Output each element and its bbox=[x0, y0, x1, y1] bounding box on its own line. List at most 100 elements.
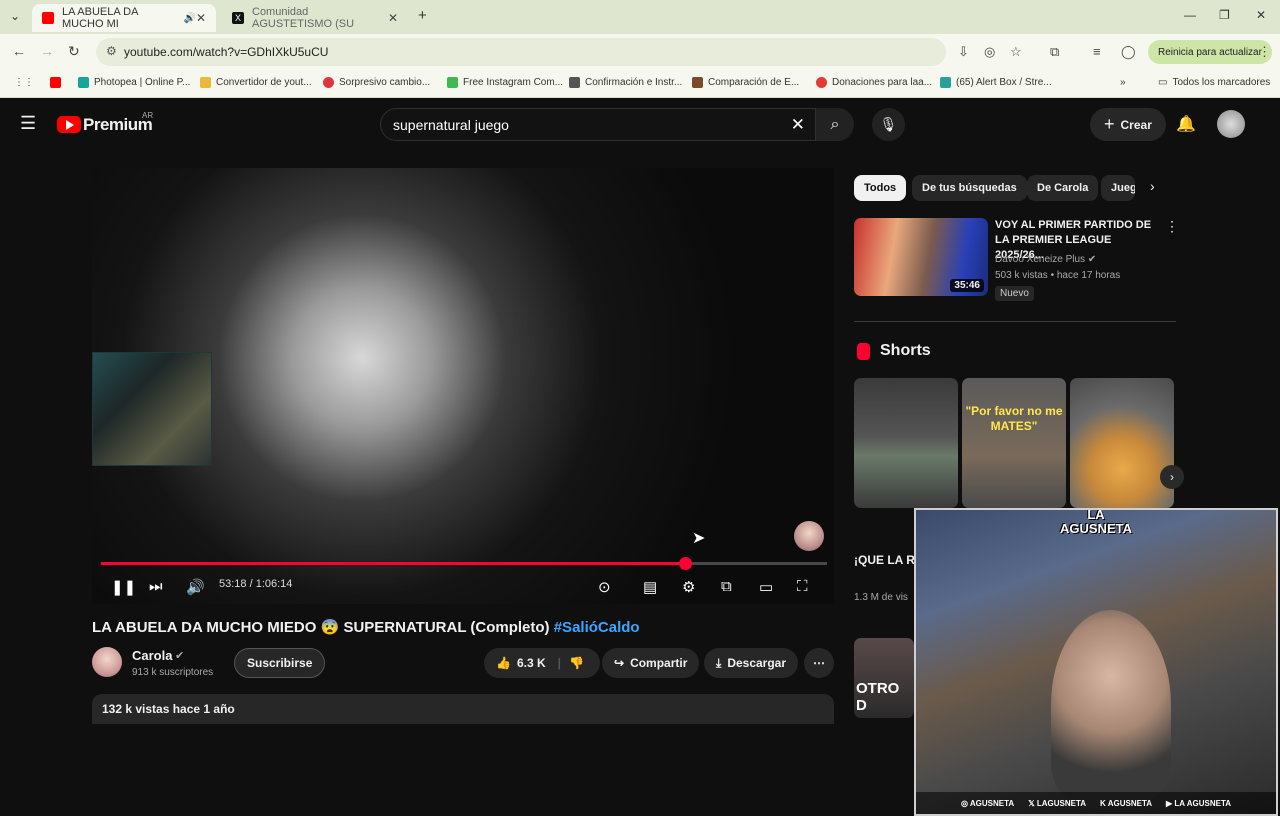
bookmark-item[interactable]: Convertidor de yout... bbox=[200, 77, 312, 88]
audio-playing-icon[interactable]: 🔊 bbox=[183, 13, 195, 24]
more-bookmarks-icon[interactable]: » bbox=[1120, 77, 1126, 88]
streamer-webcam-overlay: LA AGUSNETA ◎ AGUSNETA 𝕏 LAGUSNETA K AGU… bbox=[914, 508, 1278, 816]
download-button[interactable]: ⤓ Descargar bbox=[704, 648, 799, 678]
back-icon[interactable]: ← bbox=[12, 43, 26, 59]
shorts-next-icon[interactable]: › bbox=[1160, 465, 1184, 489]
voice-search-button[interactable]: 🎙 bbox=[872, 108, 905, 141]
search-button[interactable]: ⌕ bbox=[816, 108, 854, 141]
more-vert-icon[interactable]: ⋮ bbox=[1165, 218, 1179, 235]
bookmark-item[interactable]: Confirmación e Instr... bbox=[569, 77, 682, 88]
chip-games[interactable]: Jueg bbox=[1101, 175, 1135, 201]
install-icon[interactable]: ⇩ bbox=[958, 44, 969, 60]
bookmark-youtube[interactable] bbox=[50, 77, 66, 88]
media-controls-icon[interactable]: ≡ bbox=[1093, 44, 1101, 59]
search-input[interactable]: supernatural juego ✕ bbox=[380, 108, 816, 141]
profile-icon[interactable]: ◯ bbox=[1121, 44, 1136, 60]
close-tab-icon[interactable]: ✕ bbox=[196, 11, 206, 25]
update-button[interactable]: Reinicia para actualizar bbox=[1148, 40, 1272, 64]
settings-gear-icon[interactable]: ⚙ bbox=[682, 578, 695, 596]
reload-icon[interactable]: ↻ bbox=[68, 43, 80, 60]
autoplay-toggle-icon[interactable]: ⊙ bbox=[598, 578, 611, 596]
bookmark-label: Donaciones para laa... bbox=[832, 77, 933, 88]
short-item[interactable]: "Por favor no me MATES" bbox=[962, 378, 1066, 508]
notifications-bell-icon[interactable]: 🔔 bbox=[1176, 114, 1196, 134]
url-field[interactable]: ⚙ youtube.com/watch?v=GDhIXkU5uCU bbox=[96, 38, 946, 66]
like-icon[interactable]: 👍 bbox=[496, 656, 511, 670]
bookmark-item[interactable]: Photopea | Online P... bbox=[78, 77, 190, 88]
eye-off-icon[interactable]: ◎ bbox=[984, 44, 995, 60]
bookmark-label: Sorpresivo cambio... bbox=[339, 77, 431, 88]
share-button[interactable]: ↪ Compartir bbox=[602, 648, 700, 678]
site-info-icon[interactable]: ⚙ bbox=[106, 44, 117, 58]
tab-x[interactable]: X Comunidad AGUSTETISMO (SU ✕ bbox=[222, 4, 408, 32]
more-icon: ⋯ bbox=[813, 656, 825, 670]
browser-tab-strip: ⌄ LA ABUELA DA MUCHO MI 🔊 ✕ X Comunidad … bbox=[0, 0, 1280, 34]
apps-icon[interactable]: ⋮⋮ bbox=[14, 77, 34, 88]
chip-todos[interactable]: Todos bbox=[854, 175, 907, 201]
update-label: Reinicia para actualizar bbox=[1158, 46, 1262, 58]
channel-watermark[interactable] bbox=[794, 521, 824, 551]
bookmark-item[interactable]: Sorpresivo cambio... bbox=[323, 77, 430, 88]
subtitles-icon[interactable]: ▤ bbox=[643, 578, 657, 596]
menu-icon[interactable]: ⋮ bbox=[1258, 44, 1271, 60]
streamer-figure bbox=[1051, 610, 1171, 800]
short-title[interactable]: ¡QUE LA RECOJA T bbox=[854, 552, 914, 569]
minimize-icon[interactable]: — bbox=[1184, 8, 1196, 22]
maximize-icon[interactable]: ❐ bbox=[1219, 8, 1230, 22]
short-item[interactable] bbox=[1070, 378, 1174, 508]
bookmark-item[interactable]: (65) Alert Box / Stre... bbox=[940, 77, 1052, 88]
pause-icon[interactable]: ❚❚ bbox=[111, 578, 136, 596]
dislike-icon[interactable]: 👎 bbox=[569, 656, 584, 670]
theater-mode-icon[interactable]: ▭ bbox=[759, 578, 773, 596]
facecam-overlay bbox=[92, 352, 212, 466]
chip-channel[interactable]: De Carola bbox=[1027, 175, 1099, 201]
short-views: 1.3 M de vis bbox=[854, 592, 908, 603]
youtube-logo-icon[interactable] bbox=[57, 116, 81, 133]
bookmark-item[interactable]: Free Instagram Com... bbox=[447, 77, 563, 88]
channel-name[interactable]: Carola bbox=[132, 648, 172, 663]
all-bookmarks[interactable]: ▭ Todos los marcadores bbox=[1158, 77, 1270, 88]
instagram-handle: ◎ AGUSNETA bbox=[960, 798, 1015, 808]
hamburger-menu-icon[interactable]: ☰ bbox=[20, 113, 36, 134]
create-button[interactable]: + Crear bbox=[1090, 108, 1166, 141]
extensions-icon[interactable]: ⧉ bbox=[1050, 44, 1059, 60]
close-window-icon[interactable]: ✕ bbox=[1256, 8, 1266, 22]
recommendation-channel[interactable]: Davoo Xeneize Plus ✔ bbox=[995, 254, 1096, 265]
avatar[interactable] bbox=[1217, 110, 1245, 138]
miniplayer-icon[interactable]: ⧉ bbox=[721, 578, 732, 595]
subscribe-button[interactable]: Suscribirse bbox=[234, 648, 326, 678]
short-item[interactable]: OTRO D bbox=[854, 638, 914, 718]
chevron-right-icon[interactable]: › bbox=[1150, 178, 1155, 194]
tab-search-icon[interactable]: ⌄ bbox=[10, 9, 20, 23]
video-player[interactable]: ➤ ❚❚ ⏭ 🔊 53:18 / 1:06:14 ⊙ ▤ ⚙ ⧉ ▭ ⛶ bbox=[92, 168, 834, 604]
progress-bar[interactable] bbox=[101, 557, 827, 570]
fullscreen-icon[interactable]: ⛶ bbox=[797, 578, 808, 595]
document-icon bbox=[569, 77, 580, 88]
chip-searches[interactable]: De tus búsquedas bbox=[912, 175, 1027, 201]
x-handle: 𝕏 LAGUSNETA bbox=[1028, 798, 1087, 808]
tab-youtube[interactable]: LA ABUELA DA MUCHO MI 🔊 ✕ bbox=[32, 4, 216, 32]
bookmark-item[interactable]: Donaciones para laa... bbox=[816, 77, 932, 88]
forward-icon[interactable]: → bbox=[40, 43, 54, 59]
progress-scrubber[interactable] bbox=[679, 557, 693, 570]
bookmark-star-icon[interactable]: ☆ bbox=[1010, 44, 1022, 60]
more-actions-button[interactable]: ⋯ bbox=[804, 648, 834, 678]
address-bar-row: ← → ↻ ⚙ youtube.com/watch?v=GDhIXkU5uCU … bbox=[0, 34, 1280, 70]
channel-avatar[interactable] bbox=[92, 647, 122, 677]
progress-played bbox=[101, 562, 686, 565]
volume-icon[interactable]: 🔊 bbox=[186, 578, 205, 596]
next-icon[interactable]: ⏭ bbox=[149, 578, 163, 595]
short-item[interactable] bbox=[854, 378, 958, 508]
duration-badge: 35:46 bbox=[950, 279, 984, 292]
download-label: Descargar bbox=[727, 656, 787, 670]
bookmark-item[interactable]: Comparación de E... bbox=[692, 77, 799, 88]
like-count[interactable]: 6.3 K bbox=[517, 656, 546, 670]
recommendation-thumbnail[interactable]: 35:46 bbox=[854, 218, 988, 296]
clear-search-icon[interactable]: ✕ bbox=[791, 115, 805, 135]
handle-text: LA AGUSNETA bbox=[1174, 798, 1232, 808]
hashtag-link[interactable]: #SalióCaldo bbox=[554, 619, 640, 636]
verified-icon: ✔ bbox=[175, 650, 185, 662]
youtube-page: ☰ Premium AR supernatural juego ✕ ⌕ 🎙 + … bbox=[0, 98, 1280, 816]
new-tab-icon[interactable]: + bbox=[418, 7, 427, 24]
close-tab-icon[interactable]: ✕ bbox=[388, 11, 398, 25]
